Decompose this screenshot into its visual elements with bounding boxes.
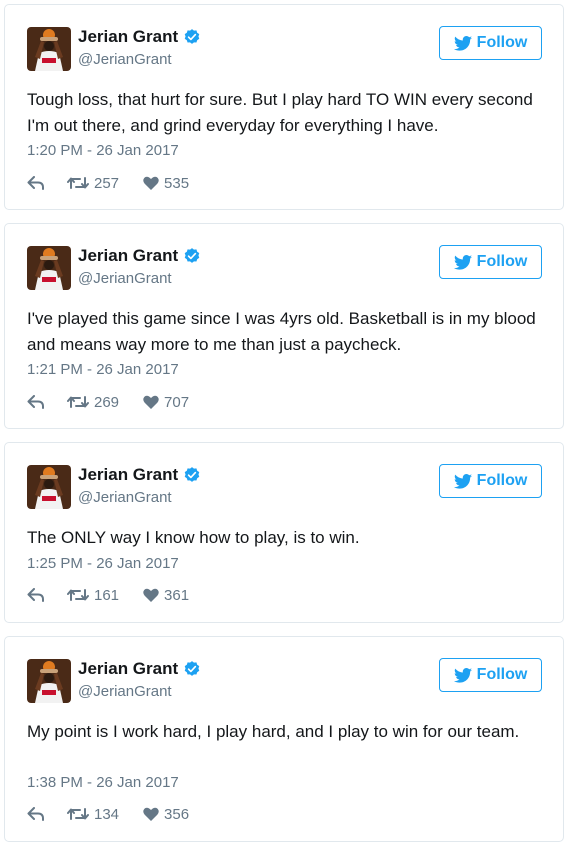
tweet-feed: Jerian Grant @JerianGrant Follow Tough l… <box>0 0 572 846</box>
avatar[interactable] <box>27 246 71 290</box>
tweet-actions: 257 535 <box>27 173 189 193</box>
retweet-button[interactable]: 134 <box>67 806 119 823</box>
reply-button[interactable] <box>27 176 49 190</box>
retweet-icon <box>67 177 89 189</box>
follow-button[interactable]: Follow <box>439 658 542 692</box>
reply-icon <box>27 807 44 821</box>
twitter-bird-icon <box>453 667 472 683</box>
verified-badge-icon <box>183 660 201 678</box>
follow-label: Follow <box>476 253 528 270</box>
avatar[interactable] <box>27 27 71 71</box>
twitter-bird-icon <box>453 35 472 51</box>
display-name[interactable]: Jerian Grant <box>78 659 178 679</box>
user-handle[interactable]: @JerianGrant <box>78 270 172 287</box>
reply-button[interactable] <box>27 588 49 602</box>
display-name[interactable]: Jerian Grant <box>78 465 178 485</box>
user-handle[interactable]: @JerianGrant <box>78 51 172 68</box>
like-button[interactable]: 707 <box>143 394 189 411</box>
reply-icon <box>27 176 44 190</box>
tweet-text: I've played this game since I was 4yrs o… <box>27 309 536 354</box>
follow-label: Follow <box>476 34 528 51</box>
like-count: 361 <box>164 586 190 604</box>
follow-button[interactable]: Follow <box>439 464 542 498</box>
tweet-timestamp[interactable]: 1:25 PM - 26 Jan 2017 <box>27 555 179 572</box>
retweet-count: 269 <box>94 393 120 411</box>
reply-button[interactable] <box>27 807 49 821</box>
tweet-card: Jerian Grant @JerianGrant Follow I've pl… <box>4 223 564 429</box>
like-button[interactable]: 535 <box>143 175 189 192</box>
retweet-button[interactable]: 161 <box>67 587 119 604</box>
like-button[interactable]: 361 <box>143 587 189 604</box>
avatar[interactable] <box>27 659 71 703</box>
author-row: Jerian Grant <box>78 465 201 485</box>
twitter-bird-icon <box>453 254 472 270</box>
user-handle[interactable]: @JerianGrant <box>78 683 172 700</box>
verified-badge-icon <box>183 28 201 46</box>
display-name[interactable]: Jerian Grant <box>78 27 178 47</box>
tweet-actions: 269 707 <box>27 392 189 412</box>
follow-label: Follow <box>476 666 528 683</box>
retweet-button[interactable]: 269 <box>67 394 119 411</box>
author-row: Jerian Grant <box>78 27 201 47</box>
reply-button[interactable] <box>27 395 49 409</box>
follow-button[interactable]: Follow <box>439 245 542 279</box>
reply-icon <box>27 588 44 602</box>
follow-label: Follow <box>476 472 528 489</box>
heart-icon <box>143 395 159 409</box>
tweet-card: Jerian Grant @JerianGrant Follow Tough l… <box>4 4 564 210</box>
verified-badge-icon <box>183 466 201 484</box>
display-name[interactable]: Jerian Grant <box>78 246 178 266</box>
retweet-icon <box>67 589 89 601</box>
heart-icon <box>143 176 159 190</box>
like-button[interactable]: 356 <box>143 806 189 823</box>
retweet-button[interactable]: 257 <box>67 175 119 192</box>
user-handle[interactable]: @JerianGrant <box>78 489 172 506</box>
tweet-text: Tough loss, that hurt for sure. But I pl… <box>27 90 533 135</box>
twitter-bird-icon <box>453 473 472 489</box>
retweet-icon <box>67 808 89 820</box>
tweet-card: Jerian Grant @JerianGrant Follow The ONL… <box>4 442 564 623</box>
like-count: 707 <box>164 393 190 411</box>
tweet-actions: 134 356 <box>27 804 189 824</box>
retweet-count: 161 <box>94 586 120 604</box>
heart-icon <box>143 807 159 821</box>
like-count: 356 <box>164 805 190 823</box>
tweet-timestamp[interactable]: 1:20 PM - 26 Jan 2017 <box>27 142 179 159</box>
retweet-icon <box>67 396 89 408</box>
follow-button[interactable]: Follow <box>439 26 542 60</box>
tweet-actions: 161 361 <box>27 585 189 605</box>
author-row: Jerian Grant <box>78 246 201 266</box>
heart-icon <box>143 588 159 602</box>
tweet-text: The ONLY way I know how to play, is to w… <box>27 528 360 547</box>
tweet-card: Jerian Grant @JerianGrant Follow My poin… <box>4 636 564 842</box>
reply-icon <box>27 395 44 409</box>
like-count: 535 <box>164 174 190 192</box>
tweet-text: My point is I work hard, I play hard, an… <box>27 722 520 741</box>
tweet-timestamp[interactable]: 1:21 PM - 26 Jan 2017 <box>27 361 179 378</box>
retweet-count: 134 <box>94 805 120 823</box>
retweet-count: 257 <box>94 174 120 192</box>
author-row: Jerian Grant <box>78 659 201 679</box>
avatar[interactable] <box>27 465 71 509</box>
tweet-timestamp[interactable]: 1:38 PM - 26 Jan 2017 <box>27 774 179 791</box>
verified-badge-icon <box>183 247 201 265</box>
